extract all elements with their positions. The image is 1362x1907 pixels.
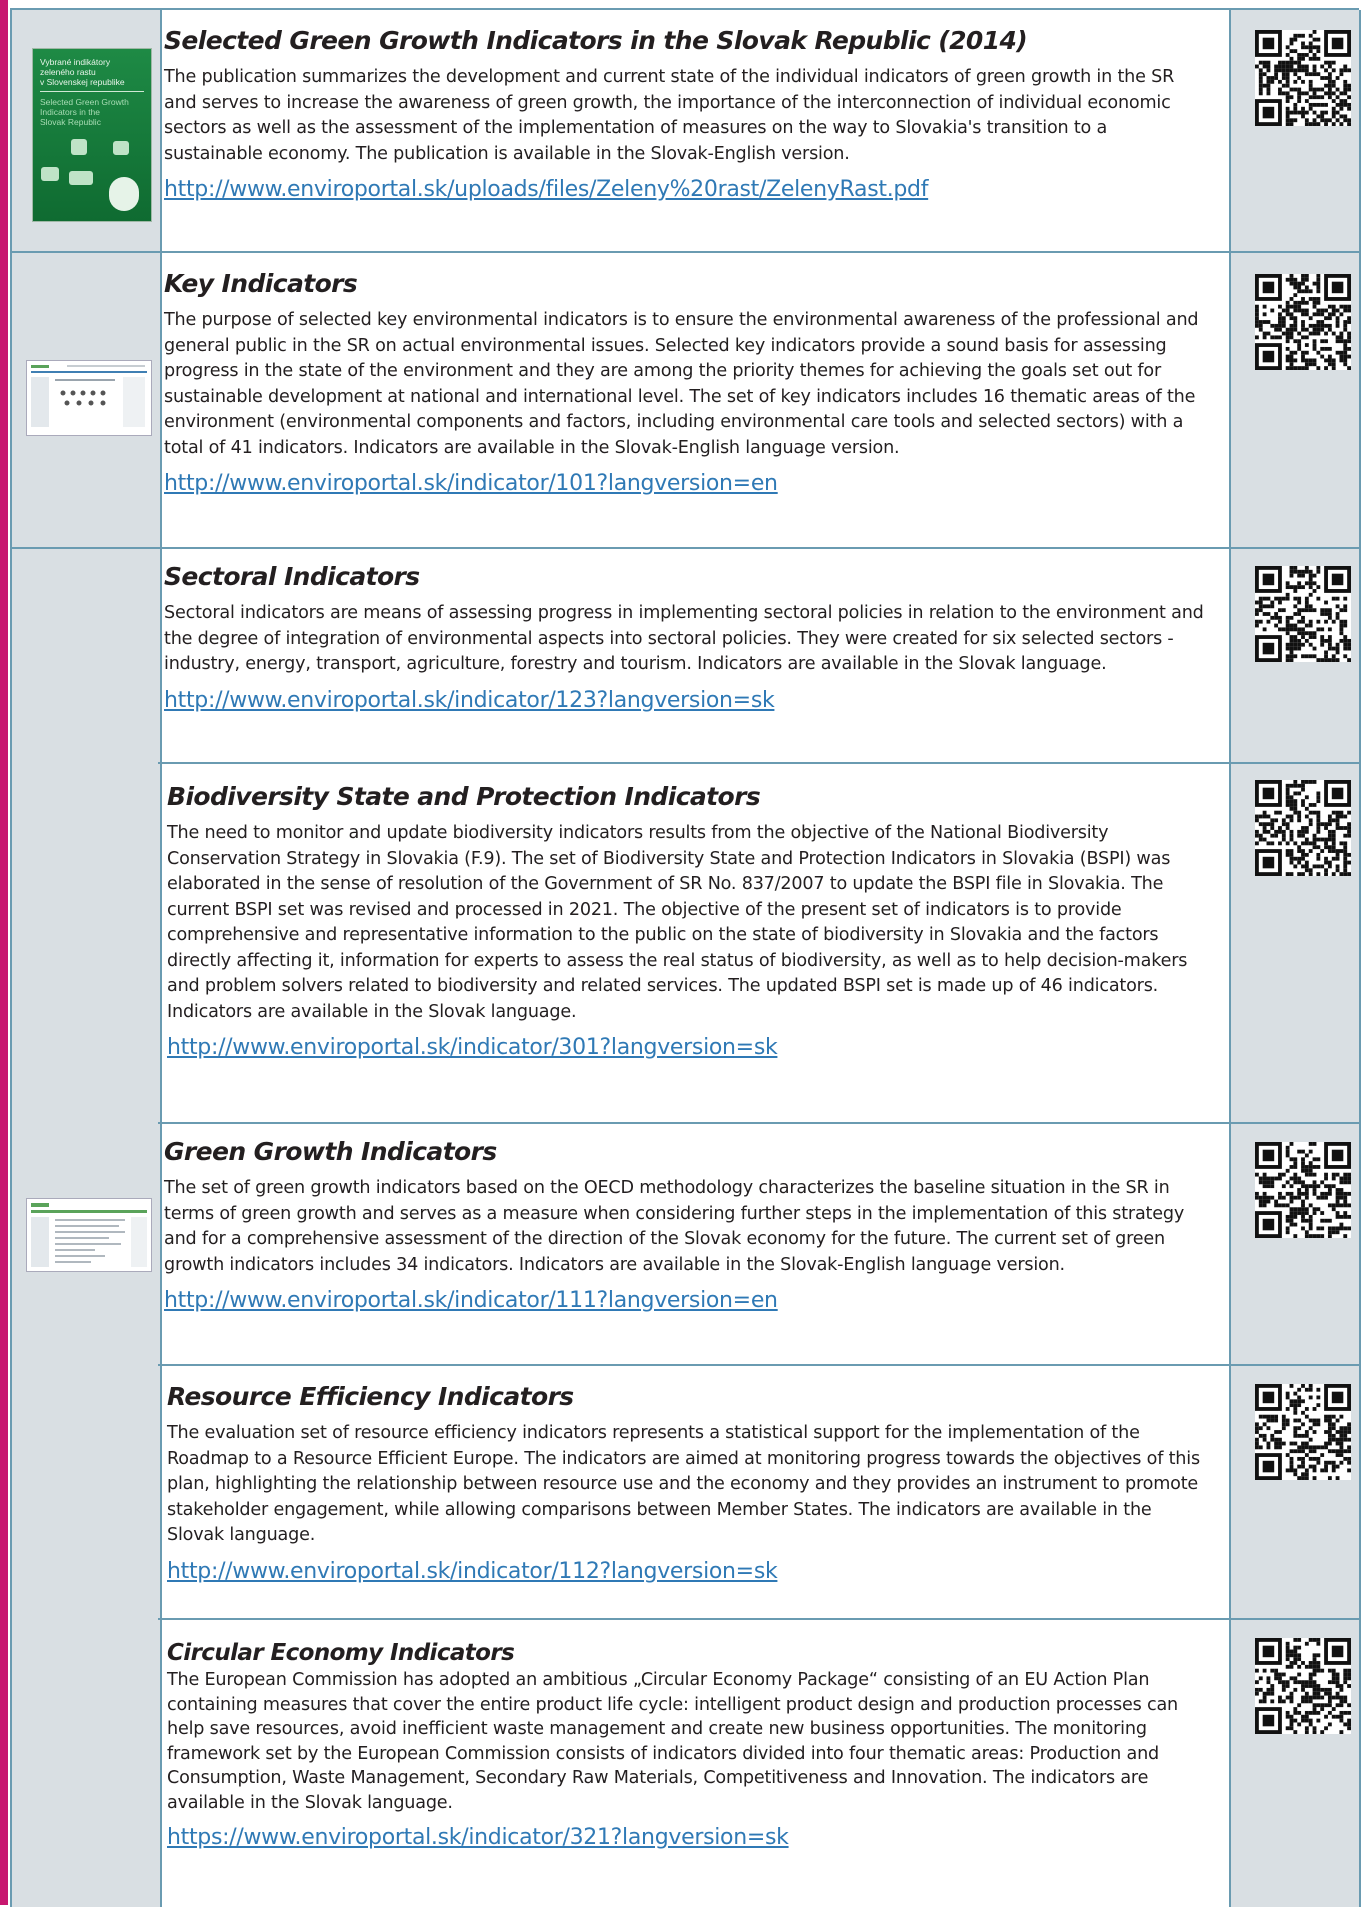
family-icon (69, 171, 93, 185)
entry-sectoral-indicators: Sectoral Indicators Sectoral indicators … (164, 562, 1204, 713)
qr-code-icon[interactable] (1255, 1638, 1351, 1734)
entry-green-growth-indicators: Green Growth Indicators The set of green… (164, 1137, 1204, 1313)
entry-title: Green Growth Indicators (164, 1137, 497, 1166)
cover-title-en-2: Indicators in the (40, 107, 101, 117)
entry-title: Circular Economy Indicators (167, 1640, 515, 1666)
row-divider (158, 762, 1359, 764)
screenshot-preview-icon (31, 365, 147, 427)
entry-description: Sectoral indicators are means of assessi… (164, 603, 1204, 674)
qr-code-icon[interactable] (1255, 30, 1351, 126)
entry-title: Resource Efficiency Indicators (167, 1382, 574, 1411)
entry-description: The publication summarizes the developme… (164, 67, 1175, 164)
cover-divider (40, 91, 144, 92)
entry-link[interactable]: http://www.enviroportal.sk/uploads/files… (164, 177, 928, 202)
entry-circular-economy: Circular Economy Indicators The European… (167, 1640, 1207, 1850)
publication-cover[interactable]: Vybrané indikátory zeleného rastu v Slov… (32, 48, 152, 222)
qr-code-icon[interactable] (1255, 780, 1351, 876)
entry-link[interactable]: https://www.enviroportal.sk/indicator/32… (167, 1825, 789, 1850)
row-divider (158, 1618, 1359, 1620)
cover-title-sk-2: zeleného rastu (40, 67, 96, 77)
row-divider (158, 1122, 1359, 1124)
green-growth-screenshot[interactable] (26, 1198, 152, 1272)
entry-description: The need to monitor and update biodivers… (167, 823, 1188, 1022)
cover-title-sk-1: Vybrané indikátory (40, 57, 111, 67)
qr-code-icon[interactable] (1255, 1384, 1351, 1480)
entry-link[interactable]: http://www.enviroportal.sk/indicator/123… (164, 688, 775, 713)
entry-key-indicators: Key Indicators The purpose of selected k… (164, 269, 1204, 496)
entry-biodiversity-indicators: Biodiversity State and Protection Indica… (167, 782, 1207, 1060)
entry-description: The evaluation set of resource efficienc… (167, 1423, 1200, 1545)
entry-title: Key Indicators (164, 269, 358, 298)
globe-icon (109, 177, 139, 211)
entry-link[interactable]: http://www.enviroportal.sk/indicator/112… (167, 1559, 778, 1584)
qr-code-icon[interactable] (1255, 274, 1351, 370)
entry-green-growth-publication: Selected Green Growth Indicators in the … (164, 26, 1204, 202)
row-divider (158, 1364, 1359, 1366)
chart-icon (113, 141, 129, 155)
qr-code-icon[interactable] (1255, 1142, 1351, 1238)
qr-code-icon[interactable] (1255, 566, 1351, 662)
cover-title-en-3: Slovak Republic (40, 117, 101, 127)
row-divider (10, 251, 1359, 253)
factory-icon (71, 139, 87, 155)
entry-description: The purpose of selected key environmenta… (164, 310, 1199, 458)
entry-link[interactable]: http://www.enviroportal.sk/indicator/101… (164, 471, 778, 496)
accent-bar (0, 0, 8, 1905)
entry-title: Selected Green Growth Indicators in the … (164, 26, 1028, 55)
entry-link[interactable]: http://www.enviroportal.sk/indicator/111… (164, 1288, 778, 1313)
entry-title: Biodiversity State and Protection Indica… (167, 782, 761, 811)
thumbnail-column (10, 10, 162, 1907)
cover-title-sk-3: v Slovenskej republike (40, 77, 125, 87)
key-indicators-screenshot[interactable] (26, 360, 152, 436)
entry-title: Sectoral Indicators (164, 562, 420, 591)
screenshot-preview-icon (31, 1203, 147, 1267)
entry-resource-efficiency: Resource Efficiency Indicators The evalu… (167, 1382, 1207, 1584)
row-divider (10, 547, 1359, 549)
cover-title-en-1: Selected Green Growth (40, 97, 129, 107)
entry-description: The European Commission has adopted an a… (167, 1670, 1178, 1813)
people-icon (41, 167, 59, 181)
entry-link[interactable]: http://www.enviroportal.sk/indicator/301… (167, 1035, 778, 1060)
entry-description: The set of green growth indicators based… (164, 1178, 1185, 1275)
